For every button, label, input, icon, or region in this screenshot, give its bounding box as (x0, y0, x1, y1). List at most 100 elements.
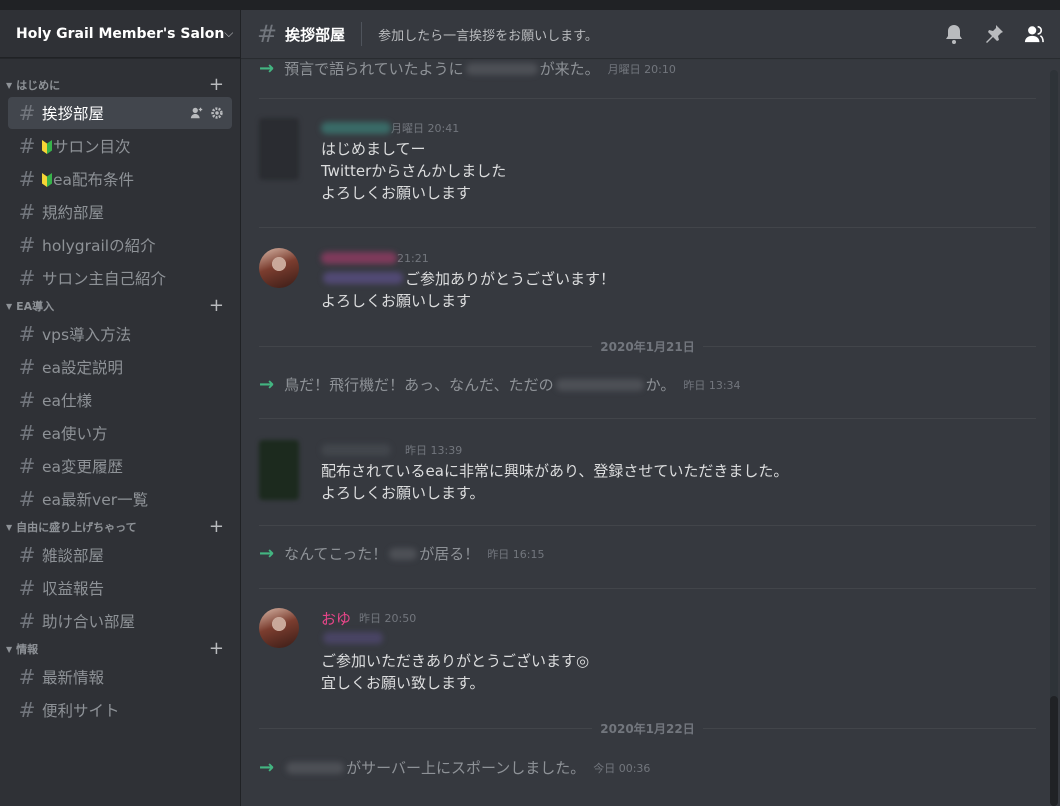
message-line: 配布されているeaに非常に興味があり、登録させていただきました。 (321, 462, 789, 480)
hash-icon: # (18, 355, 36, 379)
channel-kiyaku[interactable]: # 規約部屋 (8, 196, 232, 228)
channel-ea-latest[interactable]: # ea最新ver一覧 (8, 483, 232, 515)
channel-header: # 挨拶部屋 参加したら一言挨拶をお願いします。 (241, 10, 1060, 58)
category-header[interactable]: ▼ EA導入 + (0, 295, 240, 317)
channel-salon-mokuji[interactable]: # サロン目次 (8, 130, 232, 162)
category-label: EA導入 (16, 300, 55, 313)
scrollbar-thumb[interactable] (1050, 696, 1058, 806)
channel-label: vps導入方法 (42, 326, 132, 344)
chevron-down-icon: ▼ (6, 644, 13, 654)
chevron-down-icon: ▼ (6, 301, 13, 311)
date-divider: 2020年1月22日 (259, 721, 1036, 736)
message-line: はじめましてー (321, 140, 426, 158)
member-list-icon[interactable] (1024, 24, 1044, 44)
channel-label: ea仕様 (42, 392, 93, 410)
category-header[interactable]: ▼ 情報 + (0, 638, 240, 660)
hash-icon: # (18, 665, 36, 689)
category-header[interactable]: ▼ 自由に盛り上げちゃって + (0, 516, 240, 538)
add-channel-icon[interactable]: + (209, 518, 224, 536)
category-label: 自由に盛り上げちゃって (16, 521, 137, 534)
pin-icon[interactable] (984, 24, 1004, 44)
channel-ea-settei[interactable]: # ea設定説明 (8, 351, 232, 383)
hash-icon: # (18, 698, 36, 722)
timestamp: 21:21 (397, 251, 429, 265)
channel-ea-shiyou[interactable]: # ea仕様 (8, 384, 232, 416)
channel-label: ea使い方 (42, 425, 108, 443)
channel-label: 便利サイト (42, 702, 120, 720)
channel-shueki[interactable]: # 収益報告 (8, 572, 232, 604)
hash-icon: # (18, 421, 36, 445)
channel-label: 挨拶部屋 (42, 105, 105, 123)
timestamp: 月曜日 20:10 (607, 62, 676, 76)
system-text: なんてこった！ (284, 545, 388, 563)
guild-name: Holy Grail Member's Salon (16, 25, 225, 42)
category-joho: ▼ 情報 + # 最新情報 # 便利サイト (0, 638, 240, 726)
add-channel-icon[interactable]: + (209, 297, 224, 315)
channel-ea-history[interactable]: # ea変更履歴 (8, 450, 232, 482)
hash-icon: # (18, 388, 36, 412)
chevron-down-icon[interactable]: ⌵ (224, 26, 233, 41)
bell-icon[interactable] (944, 24, 964, 44)
channel-ea-haifu[interactable]: # ea配布条件 (8, 163, 232, 195)
channel-title: 挨拶部屋 (285, 25, 346, 44)
channel-aisatsu[interactable]: # 挨拶部屋 (8, 97, 232, 129)
avatar[interactable] (259, 440, 299, 500)
chat-area: # 挨拶部屋 参加したら一言挨拶をお願いします。 → 預言で語られていたように … (241, 10, 1060, 806)
avatar[interactable] (259, 608, 299, 648)
message-divider (259, 227, 1036, 228)
guild-header[interactable]: Holy Grail Member's Salon ⌵ (0, 10, 240, 58)
add-channel-icon[interactable]: + (209, 640, 224, 658)
channel-label: サロン目次 (53, 138, 131, 156)
timestamp: 昨日 13:39 (405, 444, 463, 457)
date-divider: 2020年1月21日 (259, 339, 1036, 354)
timestamp: 昨日 16:15 (487, 547, 545, 561)
channel-holygrail[interactable]: # holygrailの紹介 (8, 229, 232, 261)
hash-icon: # (18, 134, 36, 158)
beginner-mark-icon (42, 173, 52, 187)
channel-label: ea設定説明 (42, 359, 124, 377)
date-label: 2020年1月22日 (600, 721, 695, 736)
channel-label: 収益報告 (42, 580, 105, 598)
channel-sidebar: Holy Grail Member's Salon ⌵ ▼ はじめに + # 挨… (0, 10, 240, 806)
invite-icon[interactable] (190, 106, 204, 120)
message-divider (259, 418, 1036, 419)
blurred-author[interactable] (321, 444, 391, 456)
blurred-author[interactable] (321, 122, 391, 134)
hash-icon: # (18, 200, 36, 224)
message-list[interactable]: → 預言で語られていたように が来た。 月曜日 20:10 月曜日 20:41 … (241, 58, 1046, 806)
category-header[interactable]: ▼ はじめに + (0, 74, 240, 96)
system-join-message: → 鳥だ！飛行機だ！あっ、なんだ、ただの か。 昨日 13:34 (259, 374, 741, 395)
system-join-message: → 預言で語られていたように が来た。 月曜日 20:10 (259, 58, 676, 79)
date-label: 2020年1月21日 (600, 339, 695, 354)
message-line: よろしくお願いします。 (321, 484, 485, 502)
hash-icon: # (18, 167, 36, 191)
chevron-down-icon: ▼ (6, 522, 13, 532)
message-group: 21:21 ご参加ありがとうございます！ よろしくお願いします (259, 248, 1026, 312)
channel-zatsudan[interactable]: # 雑談部屋 (8, 539, 232, 571)
gear-icon[interactable] (210, 106, 224, 120)
channel-salon-intro[interactable]: # サロン主自己紹介 (8, 262, 232, 294)
join-arrow-icon: → (259, 543, 275, 564)
message-line: 宜しくお願い致します。 (321, 674, 485, 692)
message-author[interactable]: おゆ (321, 608, 351, 629)
channel-tasukeai[interactable]: # 助け合い部屋 (8, 605, 232, 637)
system-text: 預言で語られていたように (284, 60, 464, 78)
hash-icon: # (18, 543, 36, 567)
hash-icon: # (18, 576, 36, 600)
blurred-username (555, 378, 644, 391)
blurred-username (389, 547, 418, 560)
hash-icon: # (257, 20, 278, 48)
channel-ea-tsukaikata[interactable]: # ea使い方 (8, 417, 232, 449)
scrollbar-track[interactable] (1050, 70, 1058, 806)
channel-saishin[interactable]: # 最新情報 (8, 661, 232, 693)
blurred-author[interactable] (321, 252, 397, 264)
channel-topic[interactable]: 参加したら一言挨拶をお願いします。 (378, 25, 944, 44)
channel-label: 規約部屋 (42, 204, 105, 222)
avatar[interactable] (259, 118, 299, 180)
hash-icon: # (18, 454, 36, 478)
channel-benri[interactable]: # 便利サイト (8, 694, 232, 726)
add-channel-icon[interactable]: + (209, 76, 224, 94)
channel-vps[interactable]: # vps導入方法 (8, 318, 232, 350)
avatar[interactable] (259, 248, 299, 288)
category-jiyuu: ▼ 自由に盛り上げちゃって + # 雑談部屋 # 収益報告 # 助け合い部屋 (0, 516, 240, 637)
